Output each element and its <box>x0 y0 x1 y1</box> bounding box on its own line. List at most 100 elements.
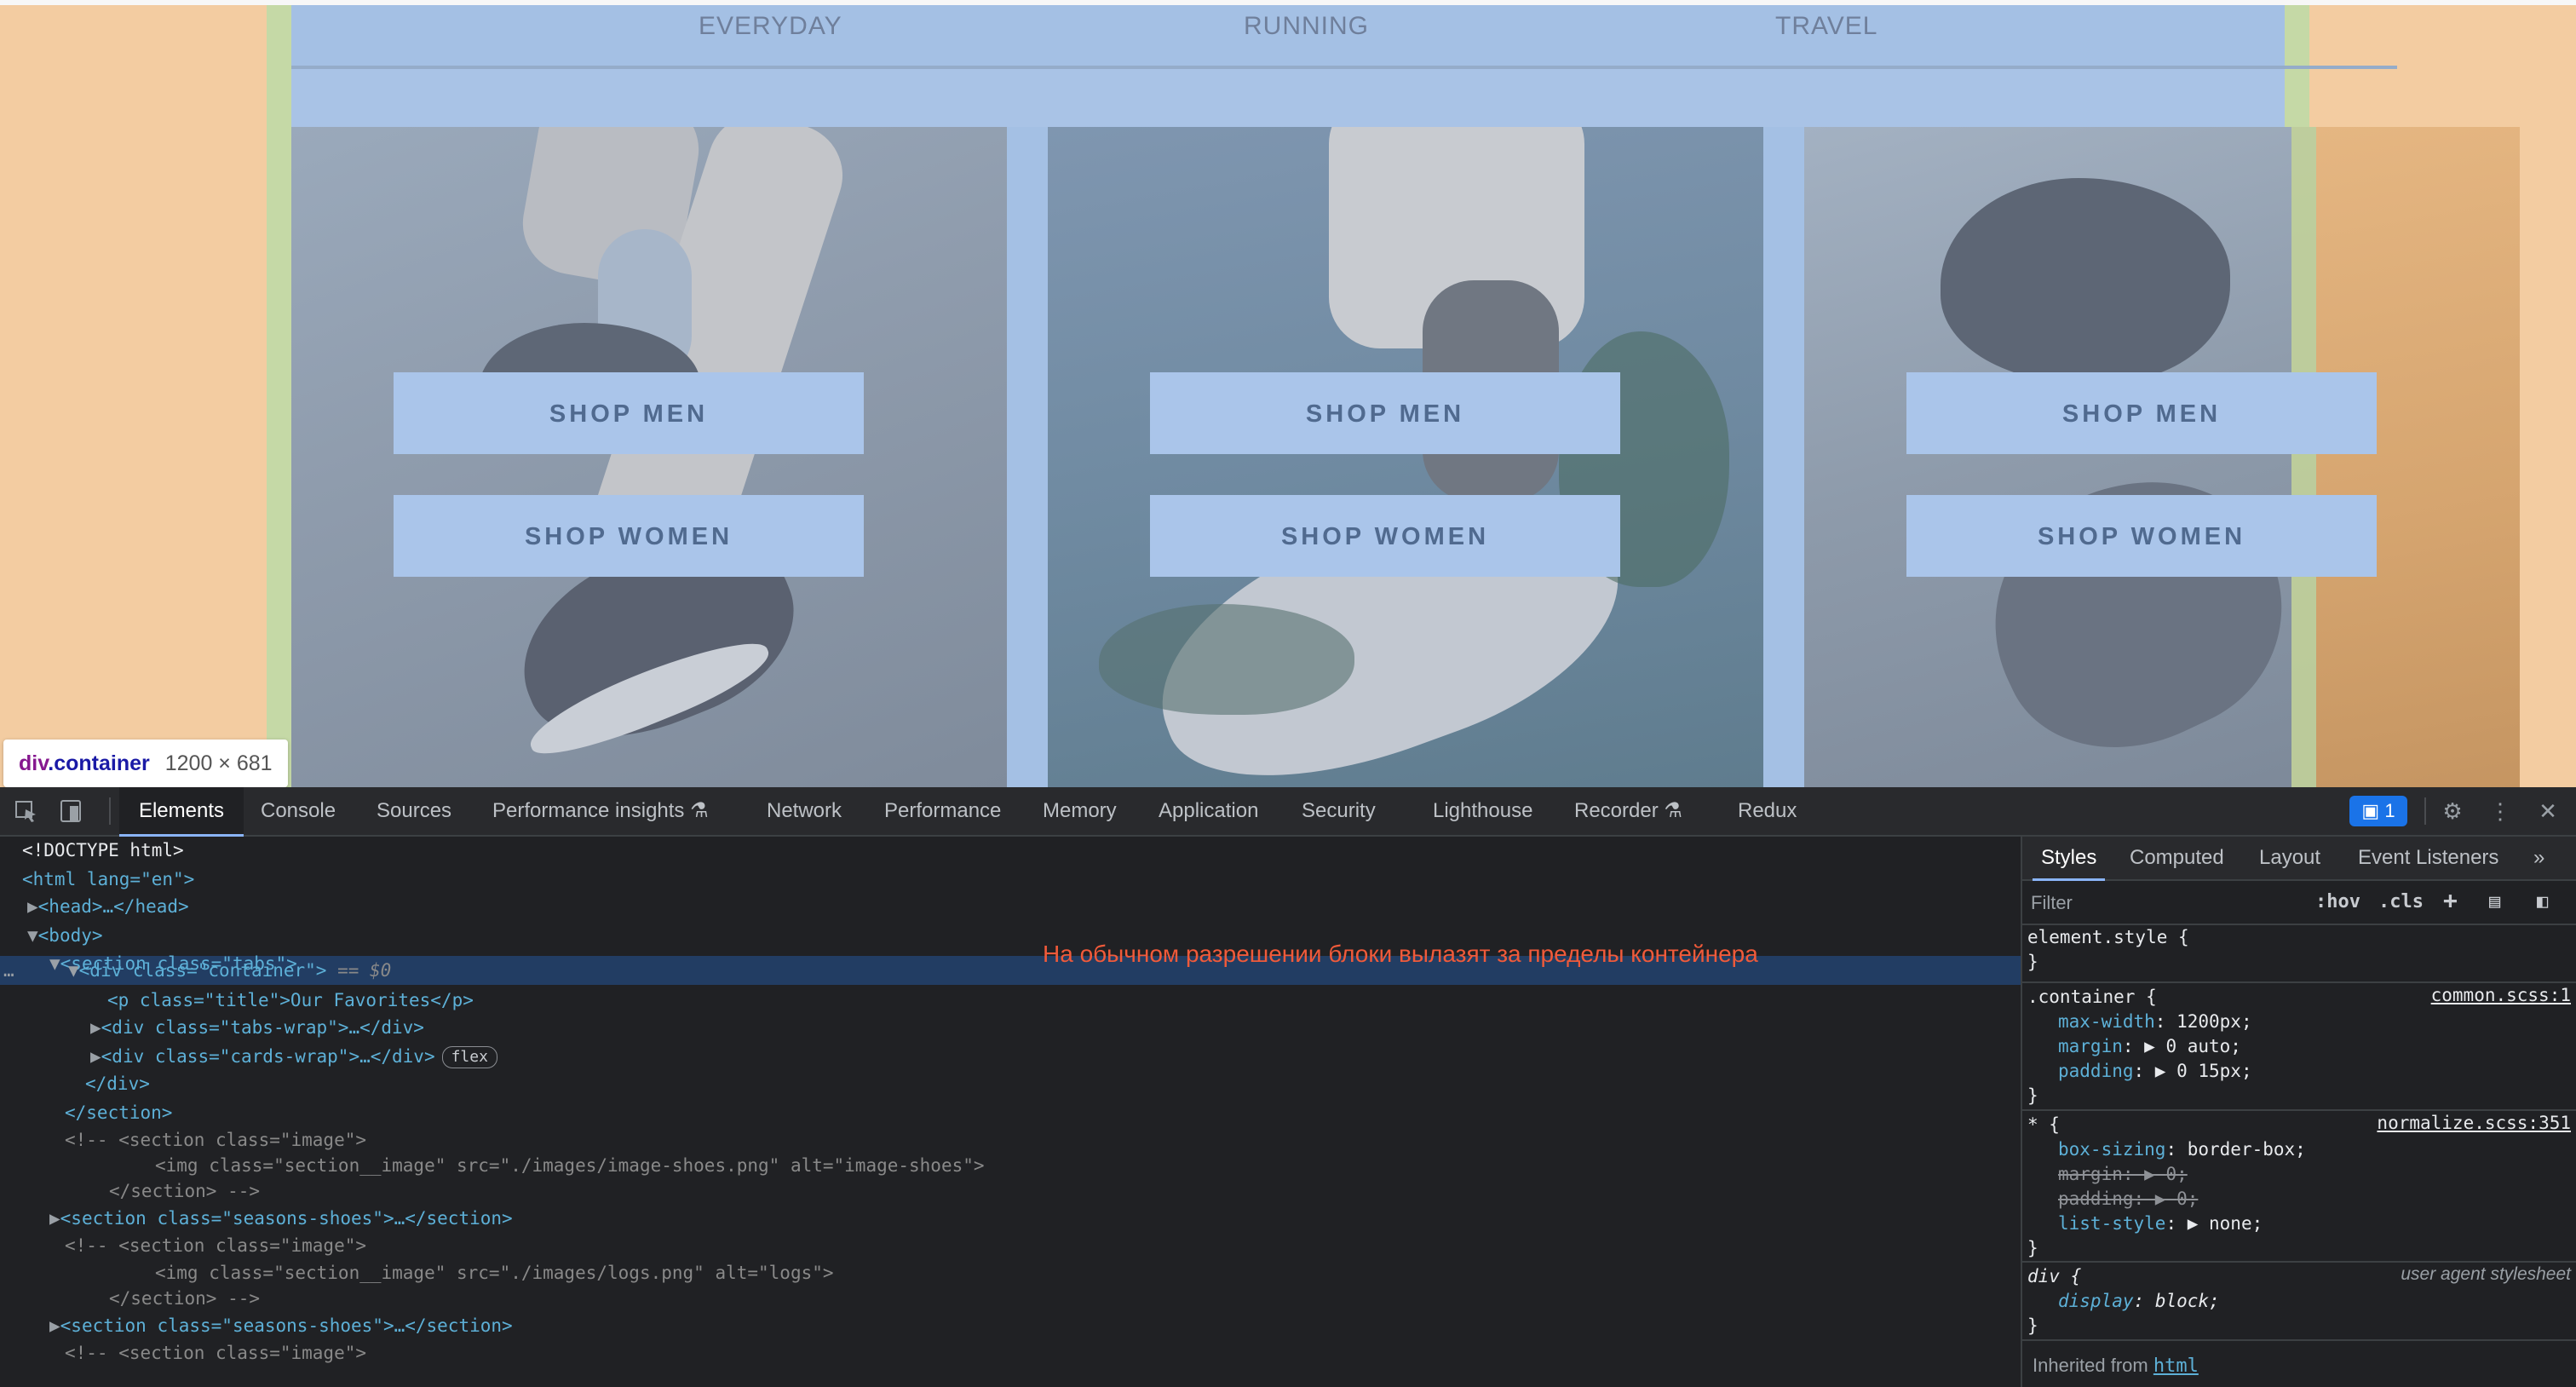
dom-node-seasons-shoes[interactable]: ▶<section class="seasons-shoes">…</secti… <box>49 1312 513 1339</box>
rule-source-link[interactable]: common.scss:1 <box>2431 985 2571 1005</box>
dom-comment[interactable]: <!-- <section class="image"> <box>65 1232 366 1259</box>
dom-node-head[interactable]: ▶<head>…</head> <box>27 893 189 920</box>
toggle-sidebar-icon[interactable]: ◧ <box>2537 891 2548 912</box>
paint-brush-icon[interactable]: ▤ <box>2489 891 2500 912</box>
styles-pane: Styles Computed Layout Event Listeners »… <box>2021 837 2576 1387</box>
tabs-band <box>291 69 2285 127</box>
css-value[interactable]: border-box; <box>2188 1139 2306 1160</box>
rule-selector[interactable]: * { <box>2027 1114 2060 1135</box>
flex-badge[interactable]: flex <box>441 1046 497 1068</box>
tab-sources[interactable]: Sources <box>377 787 451 835</box>
rule-selector: div { <box>2027 1266 2082 1286</box>
tab-elements[interactable]: Elements <box>119 787 244 837</box>
tab-styles[interactable]: Styles <box>2032 837 2106 881</box>
toolbar-separator <box>2424 797 2426 825</box>
shop-men-button[interactable]: SHOP MEN <box>1150 372 1620 454</box>
devtools-panel: Elements Console Sources Performance ins… <box>0 787 2576 1387</box>
inherited-label: Inherited from <box>2033 1355 2148 1376</box>
rule-element-style: element.style { } <box>2022 925 2576 983</box>
chevron-right-icon[interactable]: » <box>2533 837 2544 879</box>
styles-filter-bar: :hov .cls + ▤ ◧ <box>2022 881 2576 925</box>
tab-console[interactable]: Console <box>261 787 336 835</box>
css-property[interactable]: box-sizing <box>2058 1139 2165 1160</box>
cls-toggle[interactable]: .cls <box>2378 891 2424 912</box>
inherited-element-link[interactable]: html <box>2153 1355 2199 1377</box>
card-overflow-padding <box>2291 127 2316 787</box>
inherited-from-row: Inherited from html <box>2033 1355 2199 1377</box>
dom-comment[interactable]: <!-- <section class="image"> <box>65 1126 366 1154</box>
more-options-icon[interactable]: ⋮ <box>2487 799 2513 823</box>
css-value[interactable]: none; <box>2209 1213 2263 1234</box>
tab-event-listeners[interactable]: Event Listeners <box>2358 837 2498 879</box>
shop-women-button[interactable]: SHOP WOMEN <box>394 495 864 577</box>
rule-div-user-agent: user agent stylesheet div { display: blo… <box>2022 1264 2576 1341</box>
css-property[interactable]: max-width <box>2058 1011 2155 1032</box>
hov-toggle[interactable]: :hov <box>2315 891 2360 912</box>
dom-node-p-title[interactable]: <p class="title">Our Favorites</p> <box>107 987 474 1014</box>
tab-running[interactable]: RUNNING <box>1244 12 1369 41</box>
tab-application[interactable]: Application <box>1159 787 1258 835</box>
rule-close: } <box>2027 1085 2038 1106</box>
tab-performance[interactable]: Performance <box>884 787 1001 835</box>
shop-men-button[interactable]: SHOP MEN <box>1906 372 2377 454</box>
shop-women-button[interactable]: SHOP WOMEN <box>1150 495 1620 577</box>
shop-women-button[interactable]: SHOP WOMEN <box>1906 495 2377 577</box>
dom-node-div-close[interactable]: </div> <box>85 1070 150 1097</box>
dom-comment[interactable]: <img class="section__image" src="./image… <box>155 1152 985 1179</box>
tab-lighthouse[interactable]: Lighthouse <box>1433 787 1532 835</box>
dom-node-cards-wrap[interactable]: ▶<div class="cards-wrap">…</div> flex <box>90 1043 497 1070</box>
styles-tabs: Styles Computed Layout Event Listeners » <box>2022 837 2576 881</box>
device-toolbar-icon[interactable] <box>58 799 83 823</box>
css-value[interactable]: 0 auto; <box>2165 1036 2241 1056</box>
dom-node-seasons-shoes[interactable]: ▶<section class="seasons-shoes">…</secti… <box>49 1205 513 1232</box>
product-card-everyday: SHOP MEN SHOP WOMEN <box>291 127 1007 787</box>
dom-node-body[interactable]: ▼<body> <box>27 922 103 949</box>
dom-comment[interactable]: </section> --> <box>109 1285 260 1312</box>
container-padding-overlay-left <box>267 0 291 787</box>
tab-network[interactable]: Network <box>767 787 842 835</box>
rule-selector[interactable]: .container { <box>2027 987 2157 1007</box>
tab-performance-insights[interactable]: Performance insights ⚗ <box>492 787 709 835</box>
rule-selector[interactable]: element.style { <box>2027 927 2189 947</box>
dom-node-ellipsis[interactable]: … <box>3 957 14 984</box>
container-margin-overlay-left <box>0 0 267 787</box>
tab-everyday[interactable]: EVERYDAY <box>699 12 842 41</box>
css-value[interactable]: 0; <box>2165 1164 2187 1184</box>
styles-filter-input[interactable] <box>2029 888 2288 918</box>
css-property[interactable]: margin <box>2058 1036 2123 1056</box>
dom-node-html[interactable]: <html lang="en"> <box>22 866 194 893</box>
css-property[interactable]: padding <box>2058 1061 2134 1081</box>
css-property-overridden[interactable]: margin <box>2058 1164 2123 1184</box>
css-value[interactable]: 0; <box>2176 1188 2198 1209</box>
dom-comment[interactable]: <img class="section__image" src="./image… <box>155 1259 834 1286</box>
dom-node-section-close[interactable]: </section> <box>65 1099 172 1126</box>
dom-comment[interactable]: <!-- <section class="image"> <box>65 1339 366 1367</box>
tab-security[interactable]: Security <box>1302 787 1376 835</box>
tab-redux[interactable]: Redux <box>1738 787 1797 835</box>
shop-men-button[interactable]: SHOP MEN <box>394 372 864 454</box>
close-icon[interactable]: ✕ <box>2535 799 2561 823</box>
rule-source-link[interactable]: normalize.scss:351 <box>2377 1113 2571 1133</box>
css-property: display <box>2058 1291 2134 1311</box>
flask-icon: ⚗ <box>690 799 709 822</box>
add-rule-icon[interactable]: + <box>2443 886 2458 914</box>
dom-node-doctype[interactable]: <!DOCTYPE html> <box>22 837 184 864</box>
tab-recorder[interactable]: Recorder ⚗ <box>1574 787 1682 835</box>
tab-layout[interactable]: Layout <box>2259 837 2320 879</box>
card-image <box>1048 127 1763 787</box>
css-property-overridden[interactable]: padding <box>2058 1188 2134 1209</box>
tab-memory[interactable]: Memory <box>1043 787 1117 835</box>
issues-badge[interactable]: ▣ 1 <box>2349 796 2407 826</box>
dom-node-container[interactable]: ▼<div class="container"> == $0 <box>68 957 391 984</box>
css-value[interactable]: 0 15px; <box>2176 1061 2252 1081</box>
tab-computed[interactable]: Computed <box>2130 837 2224 879</box>
inspect-element-icon[interactable] <box>14 799 39 823</box>
css-value[interactable]: 1200px; <box>2176 1011 2252 1032</box>
css-property[interactable]: list-style <box>2058 1213 2165 1234</box>
tab-travel[interactable]: TRAVEL <box>1775 12 1877 41</box>
gear-icon[interactable]: ⚙ <box>2440 799 2465 823</box>
dom-comment[interactable]: </section> --> <box>109 1177 260 1205</box>
elements-tree: <!DOCTYPE html> <html lang="en"> ▶<head>… <box>0 837 2021 1387</box>
dom-node-tabs-wrap[interactable]: ▶<div class="tabs-wrap">…</div> <box>90 1014 424 1041</box>
page-viewport: EVERYDAY RUNNING TRAVEL SHOP MEN SHOP WO… <box>0 0 2576 787</box>
